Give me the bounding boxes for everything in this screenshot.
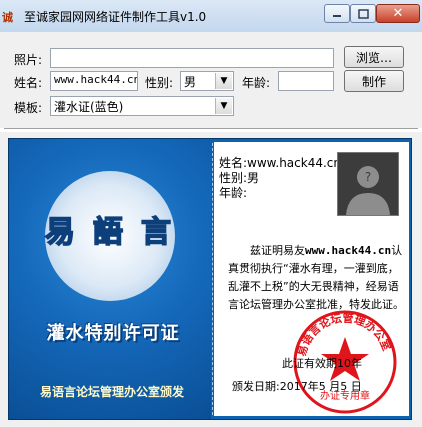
certificate-body: 兹证明易友www.hack44.cn认真贯彻执行“灌水有理，一灌到底，乱灌不上税… [228,242,404,314]
body-name: www.hack44.cn [305,244,392,257]
chevron-down-icon: ▼ [215,98,232,114]
close-icon: ✕ [392,6,404,21]
maximize-button[interactable] [350,4,376,23]
close-button[interactable]: ✕ [376,4,420,23]
certificate-card: 易 語 言 灌水特别许可证 易语言论坛管理办公室颁发 姓名:www.hack44… [8,138,412,420]
window-title: 至诚家园网网络证件制作工具v1.0 [24,10,207,24]
certificate-issuer: 易语言论坛管理办公室颁发 [39,385,184,399]
photo-label: 照片: [14,53,43,67]
template-select[interactable]: 灌水证(蓝色) ▼ [50,96,234,116]
gender-select[interactable]: 男 ▼ [180,71,234,91]
preview-area: 易 語 言 灌水特别许可证 易语言论坛管理办公室颁发 姓名:www.hack44… [0,132,422,427]
maximize-icon [351,5,375,22]
card-age-line: 年龄: [219,186,248,200]
photo-placeholder: ? [337,152,399,216]
logo-char: 言 [140,214,172,251]
body-prefix: 兹证明易友 [250,244,305,257]
chevron-down-icon: ▼ [215,73,232,89]
browse-button[interactable]: 浏览… [344,46,404,68]
validity-text: 此证有效期10年 [282,357,362,370]
form-panel: 照片: 浏览… 姓名: www.hack44.cn 性别: 男 ▼ 年龄: 制作… [0,32,422,128]
issue-date-text: 颁发日期:2017年5 月5 日 [232,380,362,393]
title-bar[interactable]: 诚 至诚家园网网络证件制作工具v1.0 ✕ [0,0,422,33]
template-label: 模板: [14,101,43,115]
make-button[interactable]: 制作 [344,70,404,92]
name-input[interactable]: www.hack44.cn [50,71,138,91]
certificate-title: 灌水特别许可证 [46,323,180,344]
certificate-right-panel: 姓名:www.hack44.cn 性别:男 年龄: ? 兹证明易友www.hac… [214,142,409,416]
avatar-icon: ? [338,153,398,215]
logo-emblem: 易 語 言 [44,171,175,301]
certificate-left-panel: 易 語 言 灌水特别许可证 易语言论坛管理办公室颁发 [9,139,211,419]
gender-label: 性别: [145,76,174,90]
template-select-value: 灌水证(蓝色) [54,100,124,114]
photo-path-input[interactable] [50,48,334,68]
divider [212,143,213,415]
age-label: 年龄: [242,76,271,90]
gender-select-value: 男 [184,75,197,89]
svg-text:?: ? [365,170,371,184]
logo-char: 易 [44,214,76,251]
logo-char: 語 [92,214,124,251]
name-label: 姓名: [14,76,43,90]
age-input[interactable] [278,71,334,91]
minimize-icon [325,5,349,22]
minimize-button[interactable] [324,4,350,23]
app-icon: 诚 [2,11,13,24]
